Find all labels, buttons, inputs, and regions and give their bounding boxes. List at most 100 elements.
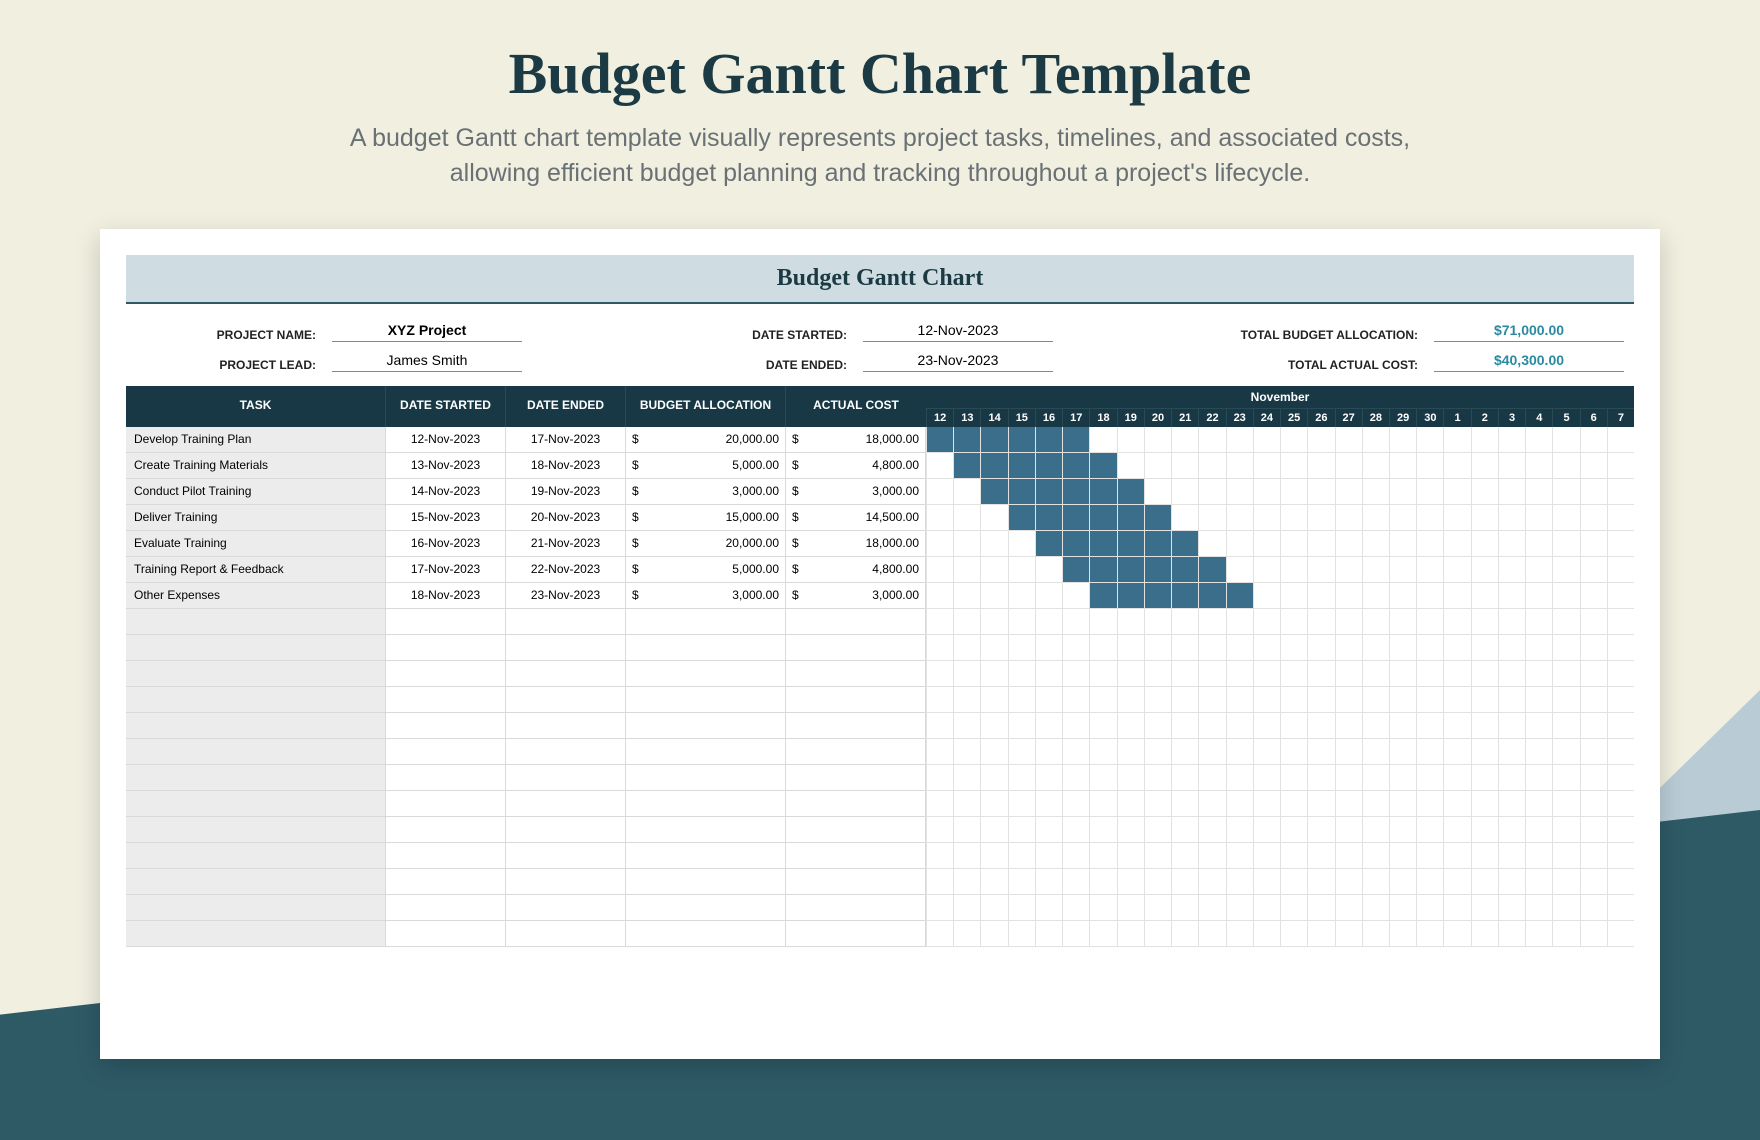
cell[interactable] (626, 661, 786, 687)
cell[interactable] (126, 791, 386, 817)
cell[interactable] (626, 895, 786, 921)
cell[interactable]: $15,000.00 (626, 505, 786, 531)
cell[interactable]: 19-Nov-2023 (506, 479, 626, 505)
cell[interactable]: 12-Nov-2023 (386, 427, 506, 453)
cell[interactable]: 18-Nov-2023 (506, 453, 626, 479)
cell[interactable]: $5,000.00 (626, 557, 786, 583)
table-row[interactable] (126, 713, 1634, 739)
cell[interactable] (506, 765, 626, 791)
cell[interactable] (786, 843, 926, 869)
cell[interactable] (386, 609, 506, 635)
cell[interactable]: $3,000.00 (626, 479, 786, 505)
cell[interactable] (386, 895, 506, 921)
cell[interactable] (386, 921, 506, 947)
cell[interactable]: Conduct Pilot Training (126, 479, 386, 505)
cell[interactable] (506, 687, 626, 713)
cell[interactable]: $20,000.00 (626, 531, 786, 557)
cell[interactable] (126, 739, 386, 765)
table-row[interactable]: Create Training Materials13-Nov-202318-N… (126, 453, 1634, 479)
table-row[interactable]: Conduct Pilot Training14-Nov-202319-Nov-… (126, 479, 1634, 505)
cell[interactable] (506, 635, 626, 661)
table-row[interactable] (126, 895, 1634, 921)
cell[interactable] (126, 765, 386, 791)
cell[interactable] (506, 609, 626, 635)
date-started-value[interactable]: 12-Nov-2023 (863, 322, 1053, 342)
cell[interactable]: 20-Nov-2023 (506, 505, 626, 531)
cell[interactable] (786, 791, 926, 817)
cell[interactable]: Create Training Materials (126, 453, 386, 479)
cell[interactable] (386, 661, 506, 687)
cell[interactable] (386, 635, 506, 661)
cell[interactable] (506, 869, 626, 895)
cell[interactable] (786, 687, 926, 713)
date-ended-value[interactable]: 23-Nov-2023 (863, 352, 1053, 372)
cell[interactable] (386, 739, 506, 765)
cell[interactable] (126, 661, 386, 687)
cell[interactable] (126, 921, 386, 947)
cell[interactable]: Develop Training Plan (126, 427, 386, 453)
table-row[interactable] (126, 687, 1634, 713)
cell[interactable]: $14,500.00 (786, 505, 926, 531)
cell[interactable] (386, 869, 506, 895)
cell[interactable] (506, 791, 626, 817)
cell[interactable] (626, 765, 786, 791)
table-row[interactable] (126, 869, 1634, 895)
cell[interactable] (626, 609, 786, 635)
cell[interactable] (626, 921, 786, 947)
cell[interactable]: Deliver Training (126, 505, 386, 531)
cell[interactable]: $18,000.00 (786, 531, 926, 557)
cell[interactable]: $3,000.00 (786, 479, 926, 505)
table-row[interactable] (126, 661, 1634, 687)
cell[interactable]: 13-Nov-2023 (386, 453, 506, 479)
cell[interactable] (786, 609, 926, 635)
cell[interactable]: 14-Nov-2023 (386, 479, 506, 505)
cell[interactable] (626, 687, 786, 713)
table-row[interactable] (126, 609, 1634, 635)
cell[interactable] (786, 713, 926, 739)
cell[interactable] (386, 817, 506, 843)
table-row[interactable] (126, 635, 1634, 661)
table-row[interactable]: Deliver Training15-Nov-202320-Nov-2023$1… (126, 505, 1634, 531)
cell[interactable] (126, 635, 386, 661)
cell[interactable]: $20,000.00 (626, 427, 786, 453)
cell[interactable] (786, 895, 926, 921)
cell[interactable]: 21-Nov-2023 (506, 531, 626, 557)
cell[interactable] (626, 791, 786, 817)
table-row[interactable] (126, 791, 1634, 817)
cell[interactable] (786, 921, 926, 947)
cell[interactable]: 17-Nov-2023 (506, 427, 626, 453)
table-row[interactable] (126, 739, 1634, 765)
cell[interactable] (126, 609, 386, 635)
project-name-value[interactable]: XYZ Project (332, 322, 522, 342)
cell[interactable] (386, 791, 506, 817)
cell[interactable] (786, 869, 926, 895)
cell[interactable]: $3,000.00 (786, 583, 926, 609)
cell[interactable] (786, 635, 926, 661)
cell[interactable] (506, 713, 626, 739)
cell[interactable]: Other Expenses (126, 583, 386, 609)
cell[interactable] (506, 921, 626, 947)
cell[interactable]: Training Report & Feedback (126, 557, 386, 583)
cell[interactable] (786, 817, 926, 843)
cell[interactable]: 23-Nov-2023 (506, 583, 626, 609)
cell[interactable] (626, 739, 786, 765)
cell[interactable] (786, 739, 926, 765)
cell[interactable]: $18,000.00 (786, 427, 926, 453)
cell[interactable] (506, 843, 626, 869)
cell[interactable] (126, 713, 386, 739)
table-row[interactable]: Develop Training Plan12-Nov-202317-Nov-2… (126, 427, 1634, 453)
table-row[interactable]: Training Report & Feedback17-Nov-202322-… (126, 557, 1634, 583)
table-row[interactable]: Other Expenses18-Nov-202323-Nov-2023 $3,0… (126, 583, 1634, 609)
cell[interactable] (386, 843, 506, 869)
table-row[interactable] (126, 765, 1634, 791)
cell[interactable] (386, 687, 506, 713)
cell[interactable] (126, 843, 386, 869)
cell[interactable] (786, 661, 926, 687)
cell[interactable] (386, 765, 506, 791)
cell[interactable] (506, 739, 626, 765)
cell[interactable]: $4,800.00 (786, 453, 926, 479)
cell[interactable] (626, 869, 786, 895)
cell[interactable] (386, 713, 506, 739)
cell[interactable] (126, 895, 386, 921)
cell[interactable]: 18-Nov-2023 (386, 583, 506, 609)
